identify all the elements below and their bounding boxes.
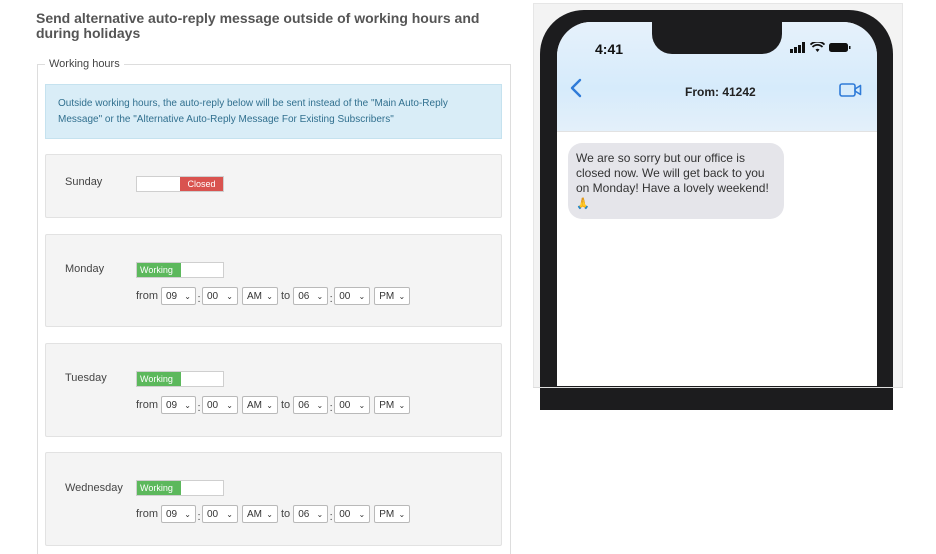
- monday-status-toggle[interactable]: Working: [136, 262, 224, 278]
- chevron-down-icon: ⌄: [316, 509, 324, 519]
- end-min-select[interactable]: 00 ⌄: [334, 505, 371, 523]
- start-min-select[interactable]: 00 ⌄: [202, 505, 238, 523]
- chevron-down-icon: ⌄: [316, 291, 324, 301]
- working-badge: Working: [137, 263, 181, 277]
- day-label: Tuesday: [65, 372, 107, 384]
- end-min-select[interactable]: 00 ⌄: [334, 287, 371, 305]
- closed-badge: Closed: [180, 177, 223, 191]
- day-label: Monday: [65, 263, 105, 275]
- chevron-down-icon: ⌄: [266, 509, 273, 519]
- to-label: to: [281, 508, 291, 520]
- chevron-down-icon: ⌄: [316, 400, 324, 410]
- chevron-down-icon: ⌄: [398, 400, 406, 410]
- chevron-down-icon: ⌄: [398, 509, 406, 519]
- chevron-down-icon: ⌄: [184, 509, 191, 519]
- start-min-select[interactable]: 00 ⌄: [202, 396, 238, 414]
- tuesday-time-row: from 09 ⌄ : 00 ⌄ AM ⌄ to 06 ⌄ : 00 ⌄ PM ⌄: [136, 396, 411, 414]
- tuesday-status-toggle[interactable]: Working: [136, 371, 224, 387]
- start-hour-select[interactable]: 09 ⌄: [161, 287, 196, 305]
- end-hour-select[interactable]: 06 ⌄: [293, 505, 329, 523]
- phone-notch: [652, 18, 782, 54]
- video-call-icon[interactable]: [839, 82, 862, 103]
- page-title: Send alternative auto-reply message outs…: [36, 10, 480, 41]
- chevron-down-icon: ⌄: [184, 400, 191, 410]
- praying-hands-icon: 🙏: [576, 198, 590, 210]
- start-ampm-select[interactable]: AM ⌄: [242, 287, 278, 305]
- monday-time-row: from 09 ⌄ : 00 ⌄ AM ⌄ to 06 ⌄ : 00 ⌄ PM ⌄: [136, 287, 411, 305]
- chevron-down-icon: ⌄: [226, 400, 233, 410]
- sunday-status-toggle[interactable]: Closed: [136, 176, 224, 192]
- from-label: from: [136, 508, 158, 520]
- preview-bottom-border: [533, 387, 903, 388]
- wednesday-time-row: from 09 ⌄ : 00 ⌄ AM ⌄ to 06 ⌄ : 00 ⌄ PM ⌄: [136, 505, 411, 523]
- start-ampm-select[interactable]: AM ⌄: [242, 505, 278, 523]
- end-min-select[interactable]: 00 ⌄: [334, 396, 371, 414]
- day-label: Sunday: [65, 176, 103, 188]
- day-row-tuesday: Tuesday Working from 09 ⌄ : 00 ⌄ AM ⌄ to 06…: [45, 343, 502, 437]
- chevron-down-icon: ⌄: [398, 291, 406, 301]
- status-time: 4:41: [595, 41, 624, 57]
- from-label: from: [136, 399, 158, 411]
- back-chevron-icon[interactable]: [570, 78, 582, 103]
- start-hour-select[interactable]: 09 ⌄: [161, 505, 196, 523]
- message-text: We are so sorry but our office is closed…: [576, 151, 769, 195]
- day-label: Wednesday: [65, 482, 123, 494]
- chevron-down-icon: ⌄: [184, 291, 191, 301]
- start-hour-select[interactable]: 09 ⌄: [161, 396, 196, 414]
- start-ampm-select[interactable]: AM ⌄: [242, 396, 278, 414]
- end-ampm-select[interactable]: PM ⌄: [374, 505, 411, 523]
- message-bubble: We are so sorry but our office is closed…: [568, 143, 784, 219]
- day-row-monday: Monday Working from 09 ⌄ : 00 ⌄ AM ⌄ to 06 ⌄…: [45, 234, 502, 327]
- end-hour-select[interactable]: 06 ⌄: [293, 396, 329, 414]
- day-row-wednesday: Wednesday Working from 09 ⌄ : 00 ⌄ AM ⌄ to …: [45, 452, 502, 546]
- working-hours-legend: Working hours: [45, 58, 124, 70]
- chevron-down-icon: ⌄: [358, 291, 366, 301]
- sender-label: From: 41242: [685, 85, 756, 99]
- end-ampm-select[interactable]: PM ⌄: [374, 396, 411, 414]
- from-label: from: [136, 290, 158, 302]
- status-icons: [790, 42, 851, 53]
- battery-icon: [829, 43, 851, 52]
- end-ampm-select[interactable]: PM ⌄: [374, 287, 411, 305]
- working-badge: Working: [137, 372, 181, 386]
- chevron-down-icon: ⌄: [358, 509, 366, 519]
- chevron-down-icon: ⌄: [266, 400, 273, 410]
- chevron-down-icon: ⌄: [358, 400, 366, 410]
- chevron-down-icon: ⌄: [266, 291, 273, 301]
- chevron-down-icon: ⌄: [226, 509, 233, 519]
- end-hour-select[interactable]: 06 ⌄: [293, 287, 329, 305]
- header-divider: [557, 131, 877, 132]
- signal-icon: [790, 42, 805, 53]
- wifi-icon: [810, 42, 825, 52]
- working-badge: Working: [137, 481, 181, 495]
- info-notice: Outside working hours, the auto-reply be…: [45, 84, 502, 139]
- chevron-down-icon: ⌄: [226, 291, 233, 301]
- day-row-sunday: Sunday Closed: [45, 154, 502, 218]
- to-label: to: [281, 399, 291, 411]
- wednesday-status-toggle[interactable]: Working: [136, 480, 224, 496]
- start-min-select[interactable]: 00 ⌄: [202, 287, 238, 305]
- to-label: to: [281, 290, 291, 302]
